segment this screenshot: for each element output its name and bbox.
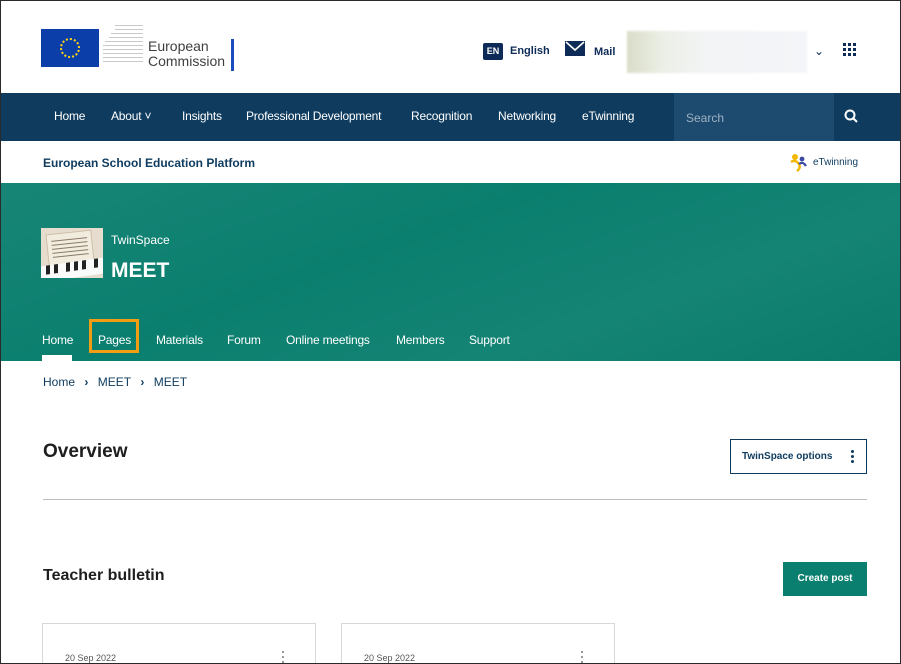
nav-item-professional-development[interactable]: Professional Development [246,109,381,123]
nav-item-recognition[interactable]: Recognition [411,109,472,123]
chevron-down-icon: ˅ [144,109,152,123]
twinspace-label: TwinSpace [111,233,170,247]
search-box [674,93,838,143]
mail-icon[interactable] [565,41,585,56]
european-commission-logo[interactable]: European Commission [41,23,241,73]
nav-item-about[interactable]: About ˅ [111,109,152,123]
mail-link[interactable]: Mail [594,46,615,58]
platform-title-link[interactable]: European School Education Platform [43,156,255,170]
eu-flag-icon [41,29,99,67]
nav-item-home[interactable]: Home [54,109,85,123]
kebab-menu-icon [851,450,854,464]
chevron-down-icon[interactable]: ⌄ [814,44,824,58]
create-post-button[interactable]: Create post [783,562,867,596]
section-title-teacher-bulletin: Teacher bulletin [43,567,165,584]
platform-bar: European School Education Platform eTwin… [1,141,900,184]
nav-item-insights[interactable]: Insights [182,109,222,123]
project-title: MEET [111,259,170,282]
post-date: 20 Sep 2022 [65,653,117,663]
page-title: Overview [43,441,128,462]
logo-text: European Commission [148,38,226,69]
browser-page: European Commission EN English Mail ⌄ Ho… [0,0,901,664]
etwinning-figure-icon [790,154,807,172]
tab-home[interactable]: Home [42,333,73,347]
twinspace-options-label: TwinSpace options [742,451,833,462]
breadcrumb-item-project[interactable]: MEET [98,375,131,389]
main-navigation: Home About ˅ Insights Professional Devel… [1,93,900,143]
search-button[interactable] [834,93,867,141]
post-menu-kebab-icon[interactable] [581,651,584,663]
language-code-badge[interactable]: EN [483,43,503,60]
pages-tab-highlight-box [89,319,139,353]
breadcrumb-separator-icon: › [140,375,145,389]
project-hero: TwinSpace MEET Home Pages Materials Foru… [1,183,900,361]
twinspace-options-button[interactable]: TwinSpace options [730,439,867,474]
user-account-blurred[interactable] [627,31,807,73]
tab-online-meetings[interactable]: Online meetings [286,333,370,347]
building-icon [103,25,143,62]
post-card[interactable]: 20 Sep 2022 [341,623,615,663]
tab-members[interactable]: Members [396,333,445,347]
nav-item-etwinning[interactable]: eTwinning [582,109,634,123]
project-image [41,228,103,278]
logo-accent-bar [231,39,234,71]
language-selector[interactable]: English [510,45,550,57]
tab-forum[interactable]: Forum [227,333,261,347]
nav-item-networking[interactable]: Networking [498,109,556,123]
post-date: 20 Sep 2022 [364,653,416,663]
etwinning-logo-text: eTwinning [813,157,859,168]
site-header: European Commission EN English Mail ⌄ [1,1,900,93]
breadcrumb-item-home[interactable]: Home [43,375,75,389]
section-divider [43,499,867,500]
breadcrumb-separator-icon: › [84,375,89,389]
post-menu-kebab-icon[interactable] [282,651,285,663]
tab-support[interactable]: Support [469,333,510,347]
search-icon [844,109,858,123]
post-card[interactable]: 20 Sep 2022 [42,623,316,663]
apps-grid-icon[interactable] [843,43,857,57]
breadcrumb: Home › MEET › MEET [43,375,193,389]
etwinning-logo[interactable]: eTwinning [789,152,869,172]
search-input[interactable] [674,93,838,143]
active-tab-indicator [42,355,72,361]
tab-materials[interactable]: Materials [156,333,203,347]
breadcrumb-item-current: MEET [153,375,188,389]
